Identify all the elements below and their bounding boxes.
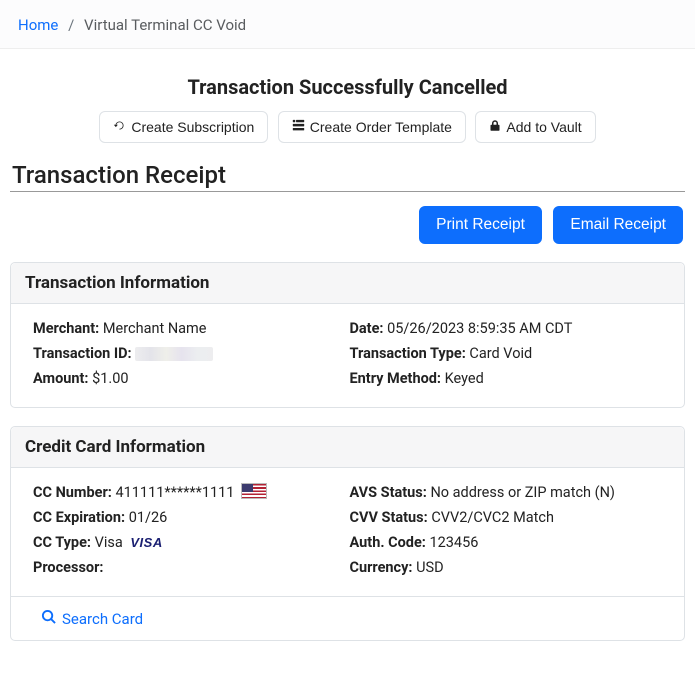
amount-label: Amount:	[33, 370, 89, 387]
currency-value: USD	[416, 559, 444, 576]
email-receipt-button[interactable]: Email Receipt	[553, 206, 683, 244]
title-rule	[10, 191, 685, 192]
top-action-row: Create Subscription Create Order Templat…	[10, 111, 685, 143]
transaction-info-header: Transaction Information	[11, 263, 684, 304]
breadcrumb-current: Virtual Terminal CC Void	[84, 16, 246, 34]
transaction-id-label: Transaction ID:	[33, 345, 132, 362]
entry-method-value: Keyed	[445, 370, 484, 387]
print-receipt-button[interactable]: Print Receipt	[419, 206, 542, 244]
transaction-type-label: Transaction Type:	[350, 345, 466, 362]
status-heading: Transaction Successfully Cancelled	[10, 75, 685, 99]
refresh-icon	[113, 119, 126, 135]
cvv-status-label: CVV Status:	[350, 509, 428, 526]
cc-info-footer: Search Card	[11, 596, 684, 640]
breadcrumb: Home / Virtual Terminal CC Void	[0, 0, 695, 49]
cc-type-label: CC Type:	[33, 534, 91, 551]
add-to-vault-button[interactable]: Add to Vault	[475, 111, 595, 143]
search-icon	[41, 609, 56, 628]
auth-code-label: Auth. Code:	[350, 534, 426, 551]
create-subscription-button[interactable]: Create Subscription	[99, 111, 268, 143]
us-flag-icon	[241, 483, 267, 499]
add-to-vault-label: Add to Vault	[506, 119, 581, 135]
create-order-template-label: Create Order Template	[310, 119, 452, 135]
currency-label: Currency:	[350, 559, 413, 576]
search-card-label: Search Card	[62, 610, 143, 628]
create-subscription-label: Create Subscription	[131, 119, 254, 135]
lock-icon	[489, 119, 501, 135]
cc-expiration-label: CC Expiration:	[33, 509, 125, 526]
avs-status-label: AVS Status:	[350, 484, 427, 501]
cc-number-label: CC Number:	[33, 484, 112, 501]
date-value: 05/26/2023 8:59:35 AM CDT	[387, 320, 572, 337]
auth-code-value: 123456	[429, 534, 478, 551]
cc-number-value: 411111******1111	[115, 484, 234, 501]
merchant-label: Merchant:	[33, 320, 99, 337]
transaction-info-card: Transaction Information Merchant: Mercha…	[10, 262, 685, 408]
amount-value: $1.00	[92, 370, 128, 387]
avs-status-value: No address or ZIP match (N)	[430, 484, 615, 501]
breadcrumb-separator: /	[62, 16, 80, 34]
cc-info-card: Credit Card Information CC Number: 41111…	[10, 426, 685, 641]
create-order-template-button[interactable]: Create Order Template	[278, 111, 466, 143]
merchant-value: Merchant Name	[103, 320, 207, 337]
page-title: Transaction Receipt	[10, 161, 685, 189]
entry-method-label: Entry Method:	[350, 370, 442, 387]
template-icon	[292, 119, 305, 135]
breadcrumb-home-link[interactable]: Home	[18, 16, 58, 34]
date-label: Date:	[350, 320, 384, 337]
processor-label: Processor:	[33, 559, 103, 576]
transaction-type-value: Card Void	[469, 345, 532, 362]
cc-expiration-value: 01/26	[129, 509, 168, 526]
cvv-status-value: CVV2/CVC2 Match	[431, 509, 554, 526]
receipt-actions: Print Receipt Email Receipt	[10, 206, 685, 244]
cc-info-header: Credit Card Information	[11, 427, 684, 468]
transaction-id-value-redacted	[135, 347, 213, 361]
search-card-link[interactable]: Search Card	[41, 609, 143, 628]
visa-logo-icon: VISA	[130, 535, 162, 550]
cc-type-value: Visa	[95, 534, 123, 551]
